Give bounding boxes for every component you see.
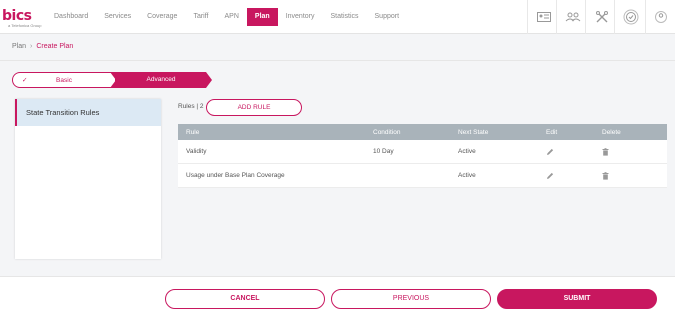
- breadcrumb: Plan › Create Plan: [12, 43, 73, 50]
- cancel-button[interactable]: CANCEL: [165, 289, 325, 309]
- tools-icon[interactable]: [585, 0, 617, 34]
- nav-plan[interactable]: Plan: [246, 8, 278, 26]
- table-row: Usage under Base Plan Coverage Active: [178, 164, 667, 188]
- cell-next-state: Active: [458, 172, 476, 179]
- logo[interactable]: bics a Telefonica Group: [0, 4, 42, 30]
- step-advanced-label: Advanced: [146, 76, 176, 83]
- step-basic-label: Basic: [56, 77, 72, 84]
- nav-statistics[interactable]: Statistics: [323, 8, 367, 26]
- cell-rule: Usage under Base Plan Coverage: [186, 172, 285, 179]
- header-condition: Condition: [373, 128, 401, 136]
- nav-inventory[interactable]: Inventory: [278, 8, 323, 26]
- cell-next-state: Active: [458, 148, 476, 155]
- check-icon: ✓: [22, 77, 28, 84]
- edit-icon[interactable]: [546, 164, 554, 187]
- top-navbar: bics a Telefonica Group Dashboard Servic…: [0, 0, 675, 34]
- breadcrumb-current: Create Plan: [36, 43, 74, 50]
- id-card-icon[interactable]: [527, 0, 559, 34]
- submit-button[interactable]: SUBMIT: [497, 289, 657, 309]
- table-row: Validity 10 Day Active: [178, 140, 667, 164]
- rules-table: Rule Condition Next State Edit Delete Va…: [178, 124, 667, 188]
- user-icon[interactable]: [645, 0, 675, 34]
- rules-sidebar: State Transition Rules: [15, 99, 161, 259]
- nav-dashboard[interactable]: Dashboard: [46, 8, 96, 26]
- step-advanced[interactable]: Advanced: [110, 72, 212, 88]
- badge-icon[interactable]: [614, 0, 646, 34]
- logo-tagline: a Telefonica Group: [8, 23, 42, 28]
- logo-text: bics: [2, 8, 32, 24]
- breadcrumb-plan[interactable]: Plan: [12, 43, 26, 50]
- action-footer: CANCEL PREVIOUS SUBMIT: [0, 276, 675, 310]
- nav-tariff[interactable]: Tariff: [185, 8, 216, 26]
- delete-icon[interactable]: [602, 164, 609, 187]
- delete-icon[interactable]: [602, 140, 609, 163]
- nav-services[interactable]: Services: [96, 8, 139, 26]
- wizard-steps: ✓ Basic Advanced: [12, 72, 212, 88]
- table-header: Rule Condition Next State Edit Delete: [178, 124, 667, 140]
- cell-rule: Validity: [186, 148, 207, 155]
- add-rule-button[interactable]: ADD RULE: [206, 99, 302, 116]
- main-nav: Dashboard Services Coverage Tariff APN P…: [46, 8, 407, 26]
- cell-condition: 10 Day: [373, 148, 394, 155]
- chevron-right-icon: ›: [30, 43, 33, 50]
- rules-count: Rules | 2: [178, 103, 204, 110]
- sidebar-item-state-transition-rules[interactable]: State Transition Rules: [15, 99, 161, 126]
- header-next-state: Next State: [458, 128, 489, 136]
- header-delete: Delete: [602, 128, 621, 136]
- nav-support[interactable]: Support: [367, 8, 408, 26]
- header-edit: Edit: [546, 128, 558, 136]
- nav-coverage[interactable]: Coverage: [139, 8, 185, 26]
- nav-apn[interactable]: APN: [217, 8, 247, 26]
- users-icon[interactable]: [556, 0, 588, 34]
- step-basic[interactable]: ✓ Basic: [12, 72, 116, 88]
- divider: [0, 60, 675, 61]
- edit-icon[interactable]: [546, 140, 554, 163]
- header-rule: Rule: [186, 128, 200, 136]
- previous-button[interactable]: PREVIOUS: [331, 289, 491, 309]
